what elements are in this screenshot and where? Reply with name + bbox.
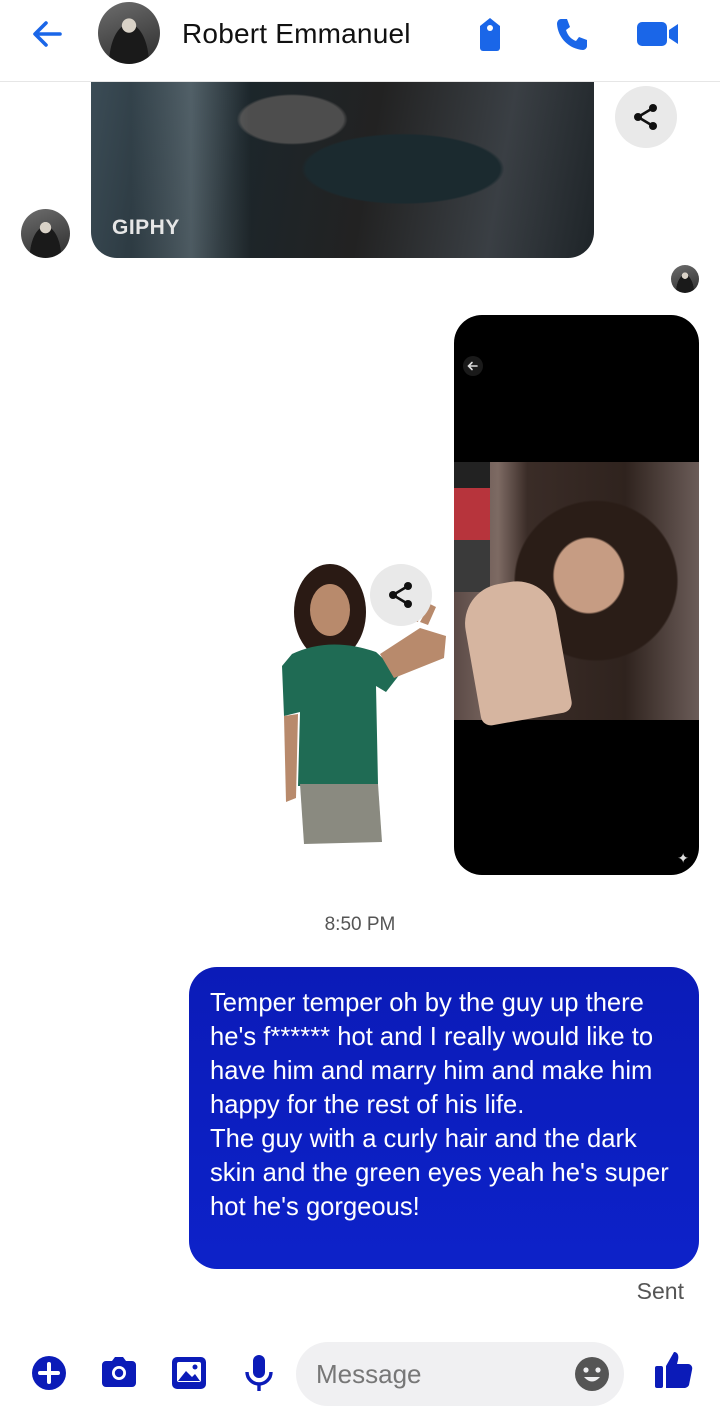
share-icon [389,582,412,608]
contact-avatar[interactable] [98,2,160,64]
tag-icon[interactable] [470,14,510,54]
background-poster [454,462,490,592]
read-receipt-avatar [671,265,699,293]
message-timestamp: 8:50 PM [324,914,396,935]
message-line: The guy with a curly hair and the dark s… [210,1125,669,1221]
camera-icon[interactable] [98,1352,140,1394]
sent-video-message[interactable]: ✦ [454,315,699,875]
gallery-icon[interactable] [168,1352,210,1394]
video-back-icon [462,355,484,377]
video-call-icon[interactable] [634,14,682,54]
giphy-label: GIPHY [112,216,180,239]
message-composer [0,1330,720,1408]
video-thumbnail [454,462,699,727]
sender-avatar[interactable] [21,209,70,258]
conversation-header: Robert Emmanuel [0,0,720,82]
thumbs-up-icon[interactable] [652,1348,696,1392]
delivery-status: Sent [636,1278,684,1304]
contact-name[interactable]: Robert Emmanuel [182,18,411,50]
sent-message-bubble[interactable]: Temper temper oh by the guy up there he'… [189,967,699,1269]
emoji-icon[interactable] [574,1356,610,1392]
share-sticker-button[interactable] [370,564,432,626]
share-icon [634,104,657,130]
back-arrow-icon[interactable] [26,14,70,54]
message-line: Temper temper oh by the guy up there he'… [210,989,654,1119]
gif-message[interactable]: GIPHY [91,60,594,258]
plus-icon[interactable] [28,1352,70,1394]
microphone-icon[interactable] [238,1352,280,1394]
phone-call-icon[interactable] [552,14,592,54]
hand-gesture [458,575,574,727]
share-gif-button[interactable] [615,86,677,148]
sparkle-icon: ✦ [677,850,689,866]
